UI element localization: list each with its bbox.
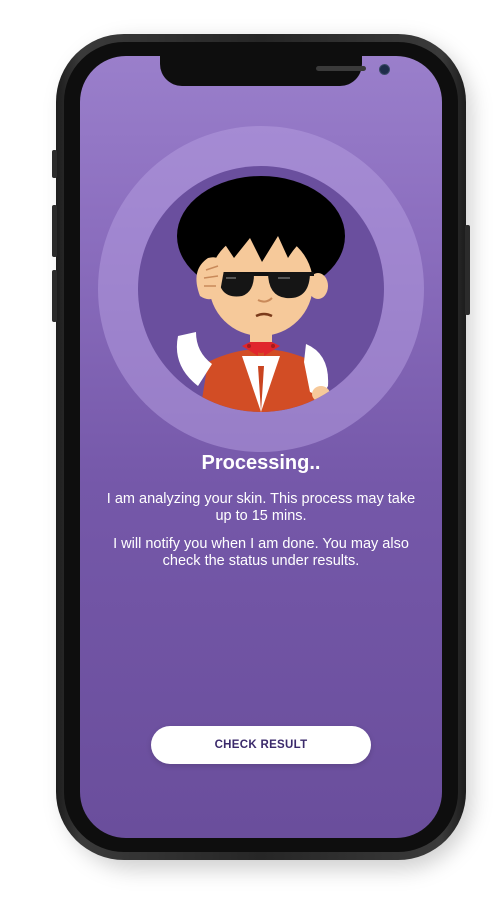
processing-title: Processing.. <box>201 452 321 474</box>
cartoon-avatar-icon <box>176 176 345 412</box>
avatar-circle <box>138 166 384 412</box>
app-screen: Processing.. I am analyzing your skin. T… <box>80 56 442 838</box>
notch <box>160 56 390 86</box>
power-button <box>465 225 470 315</box>
check-result-button[interactable]: CHECK RESULT <box>151 726 371 764</box>
notify-message: I will notify you when I am done. You ma… <box>113 536 409 569</box>
speaker-grille <box>316 66 366 71</box>
camera-icon <box>379 64 390 75</box>
volume-down-button <box>52 270 57 322</box>
silent-switch <box>52 150 57 178</box>
analysis-message: I am analyzing your skin. This process m… <box>106 491 416 524</box>
volume-up-button <box>52 205 57 257</box>
